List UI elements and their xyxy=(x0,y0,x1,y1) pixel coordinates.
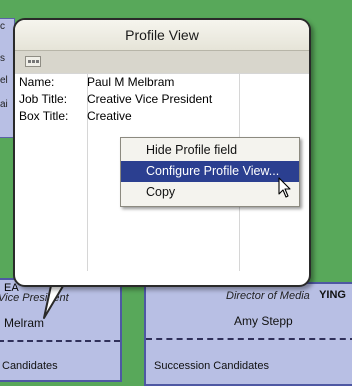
profile-context-menu: Hide Profile field Configure Profile Vie… xyxy=(120,137,300,207)
strip-text: s xyxy=(0,53,5,64)
node-name: Amy Stepp xyxy=(234,314,293,328)
node-divider xyxy=(0,340,120,342)
field-label: Box Title: xyxy=(19,109,69,123)
field-label: Name: xyxy=(19,75,55,89)
menu-item-configure-profile-view[interactable]: Configure Profile View... xyxy=(121,161,299,182)
strip-text: c xyxy=(0,21,5,32)
menu-item-copy[interactable]: Copy xyxy=(121,182,299,203)
profile-field-row[interactable]: Box Title: Creative xyxy=(19,108,132,124)
field-value: Paul M Melbram xyxy=(87,75,175,89)
grid-view-icon[interactable] xyxy=(25,56,41,67)
node-role: Director of Media xyxy=(226,290,310,302)
strip-text: ai xyxy=(0,99,8,110)
profile-field-row[interactable]: Job Title: Creative Vice President xyxy=(19,91,212,107)
node-divider xyxy=(146,338,352,340)
node-name: Melram xyxy=(4,316,45,330)
field-value: Creative xyxy=(87,109,132,123)
node-header-tag: YING xyxy=(319,289,346,301)
node-candidates-label: Candidates xyxy=(2,360,58,372)
popup-title: Profile View xyxy=(15,20,309,51)
node-role: Vice President xyxy=(0,292,69,304)
menu-item-hide-profile-field[interactable]: Hide Profile field xyxy=(121,140,299,161)
node-candidates-label: Succession Candidates xyxy=(154,360,269,372)
popup-toolbar xyxy=(15,51,309,74)
mouse-pointer-icon xyxy=(278,177,291,198)
strip-text: el xyxy=(0,75,8,86)
field-value: Creative Vice President xyxy=(87,92,213,106)
field-label: Job Title: xyxy=(19,92,68,106)
profile-field-row[interactable]: Name: Paul M Melbram xyxy=(19,74,174,90)
org-node-card-left[interactable]: EA Vice President Melram Candidates xyxy=(0,278,122,382)
